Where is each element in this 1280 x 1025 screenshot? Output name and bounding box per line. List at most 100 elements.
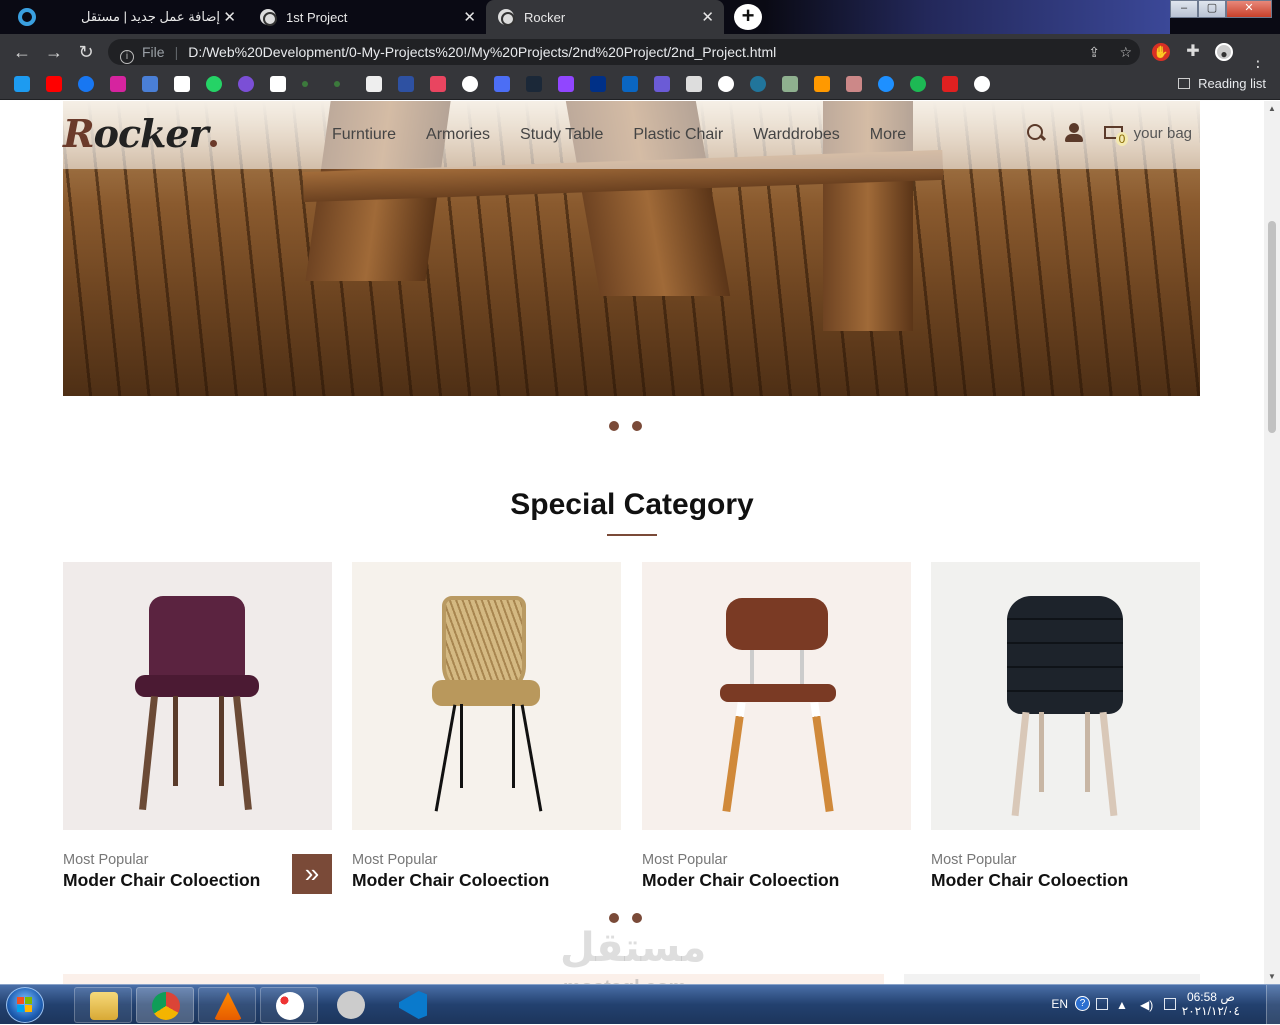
forward-arrow-icon[interactable]: → [44, 42, 64, 62]
minimize-button[interactable]: – [1170, 0, 1198, 18]
menu-item-plastic-chair[interactable]: Plastic Chair [633, 126, 723, 144]
product-card[interactable]: Most Popular Moder Chair Coloection [352, 562, 621, 891]
browser-system-icon[interactable] [18, 8, 36, 26]
bag-label[interactable]: your bag [1134, 125, 1192, 142]
product-card[interactable]: Most Popular Moder Chair Coloection [63, 562, 332, 891]
help-icon[interactable]: ? [1075, 996, 1090, 1011]
card-title[interactable]: Moder Chair Coloection [642, 870, 911, 891]
menu-item-armories[interactable]: Armories [426, 126, 490, 144]
instagram-bookmark-icon[interactable] [110, 76, 126, 92]
bookmark-icon[interactable] [686, 76, 702, 92]
bookmark-icon[interactable] [910, 76, 926, 92]
cart-icon[interactable]: 0 [1102, 123, 1129, 146]
product-image-leather-chair[interactable] [642, 562, 911, 830]
slider-dot[interactable] [632, 421, 642, 431]
extensions-puzzle-icon[interactable]: ✚ [1184, 43, 1202, 61]
next-arrow-button[interactable]: » [292, 854, 332, 894]
paypal-bookmark-icon[interactable] [590, 76, 606, 92]
wordpress-bookmark-icon[interactable] [750, 76, 766, 92]
new-tab-button[interactable]: + [734, 4, 762, 30]
taskbar-app[interactable] [322, 987, 380, 1023]
page-scrollbar[interactable]: ▲ ▼ [1264, 101, 1280, 984]
taskbar-vlc[interactable] [198, 987, 256, 1023]
close-window-button[interactable]: ✕ [1226, 0, 1272, 18]
youtube-bookmark-icon[interactable] [46, 76, 62, 92]
taskbar-paint[interactable] [260, 987, 318, 1023]
bookmark-icon[interactable] [846, 76, 862, 92]
scroll-up-icon[interactable]: ▲ [1268, 104, 1276, 113]
product-image-rattan-chair[interactable] [352, 562, 621, 830]
bookmark-icon[interactable] [302, 81, 308, 87]
bookmark-icon[interactable] [462, 76, 478, 92]
slider-dot[interactable] [632, 913, 642, 923]
action-center-icon[interactable] [1164, 998, 1176, 1010]
scrollbar-thumb[interactable] [1268, 221, 1276, 433]
tab-mostaql[interactable]: إضافة عمل جديد | مستقل ✕ [44, 0, 246, 34]
slider-dot[interactable] [609, 913, 619, 923]
site-logo[interactable]: Rocker [63, 111, 217, 156]
reload-icon[interactable]: ↻ [76, 42, 96, 62]
close-tab-icon[interactable]: ✕ [223, 8, 236, 26]
taskbar-explorer[interactable] [74, 987, 132, 1023]
product-image-black-chair[interactable] [931, 562, 1200, 830]
star-icon[interactable]: ☆ [1119, 44, 1132, 60]
info-icon[interactable]: i [120, 50, 134, 64]
product-card[interactable]: Most Popular Moder Chair Coloection [642, 562, 911, 891]
bookmark-icon[interactable] [878, 76, 894, 92]
menu-item-furniture[interactable]: Furntiure [332, 126, 396, 144]
twitter-bookmark-icon[interactable] [14, 76, 30, 92]
clock[interactable]: 06:58 ص ٢٠٢١/١٢/٠٤ [1182, 990, 1240, 1018]
bookmark-icon[interactable] [270, 76, 286, 92]
reading-list-icon [1178, 78, 1191, 89]
product-image-purple-chair[interactable] [63, 562, 332, 830]
codepen-bookmark-icon[interactable] [174, 76, 190, 92]
search-icon[interactable] [1026, 123, 1046, 143]
close-tab-icon[interactable]: ✕ [701, 8, 714, 26]
bookmark-icon[interactable] [494, 76, 510, 92]
share-icon[interactable]: ⇪ [1088, 44, 1100, 60]
start-button[interactable] [6, 987, 44, 1023]
bookmark-icon[interactable] [334, 81, 340, 87]
adblock-extension-icon[interactable]: ✋ [1152, 43, 1170, 61]
bookmark-icon[interactable] [430, 76, 446, 92]
profile-avatar[interactable]: ● [1215, 43, 1233, 61]
facebook-bookmark-icon[interactable] [78, 76, 94, 92]
card-title[interactable]: Moder Chair Coloection [931, 870, 1200, 891]
slider-dot[interactable] [609, 421, 619, 431]
linkedin-bookmark-icon[interactable] [622, 76, 638, 92]
menu-item-wardrobes[interactable]: Warddrobes [753, 126, 840, 144]
menu-item-study-table[interactable]: Study Table [520, 126, 603, 144]
udemy-bookmark-icon[interactable] [238, 76, 254, 92]
reading-list-button[interactable]: Reading list [1178, 76, 1266, 91]
product-card[interactable]: Most Popular Moder Chair Coloection [931, 562, 1200, 891]
show-hidden-icon[interactable]: ▲ [1116, 998, 1128, 1012]
menu-item-more[interactable]: More [870, 126, 906, 144]
tab-1st-project[interactable]: 1st Project ✕ [248, 0, 486, 34]
volume-icon[interactable]: ◀) [1140, 998, 1153, 1012]
user-icon[interactable] [1064, 123, 1084, 143]
network-tray-icon[interactable] [1096, 998, 1108, 1010]
bookmark-icon[interactable] [782, 76, 798, 92]
translate-bookmark-icon[interactable] [142, 76, 158, 92]
globe-icon[interactable] [974, 76, 990, 92]
address-input[interactable]: i File | D:/Web%20Development/0-My-Projects… [108, 39, 1140, 65]
google-bookmark-icon[interactable] [718, 76, 734, 92]
back-arrow-icon[interactable]: ← [12, 42, 32, 62]
whatsapp-bookmark-icon[interactable] [206, 76, 222, 92]
language-indicator[interactable]: EN [1051, 997, 1068, 1011]
twitch-bookmark-icon[interactable] [558, 76, 574, 92]
taskbar-vscode[interactable] [384, 987, 442, 1023]
bookmark-icon[interactable] [942, 76, 958, 92]
tab-rocker[interactable]: Rocker ✕ [486, 0, 724, 34]
taskbar-chrome[interactable] [136, 987, 194, 1023]
maximize-button[interactable]: ▢ [1198, 0, 1226, 18]
scroll-down-icon[interactable]: ▼ [1268, 972, 1276, 981]
card-title[interactable]: Moder Chair Coloection [352, 870, 621, 891]
close-tab-icon[interactable]: ✕ [463, 8, 476, 26]
amazon-bookmark-icon[interactable] [814, 76, 830, 92]
show-desktop-button[interactable] [1266, 985, 1280, 1025]
bookmark-icon[interactable] [654, 76, 670, 92]
wix-bookmark-icon[interactable] [366, 76, 382, 92]
mal-bookmark-icon[interactable] [398, 76, 414, 92]
steam-bookmark-icon[interactable] [526, 76, 542, 92]
